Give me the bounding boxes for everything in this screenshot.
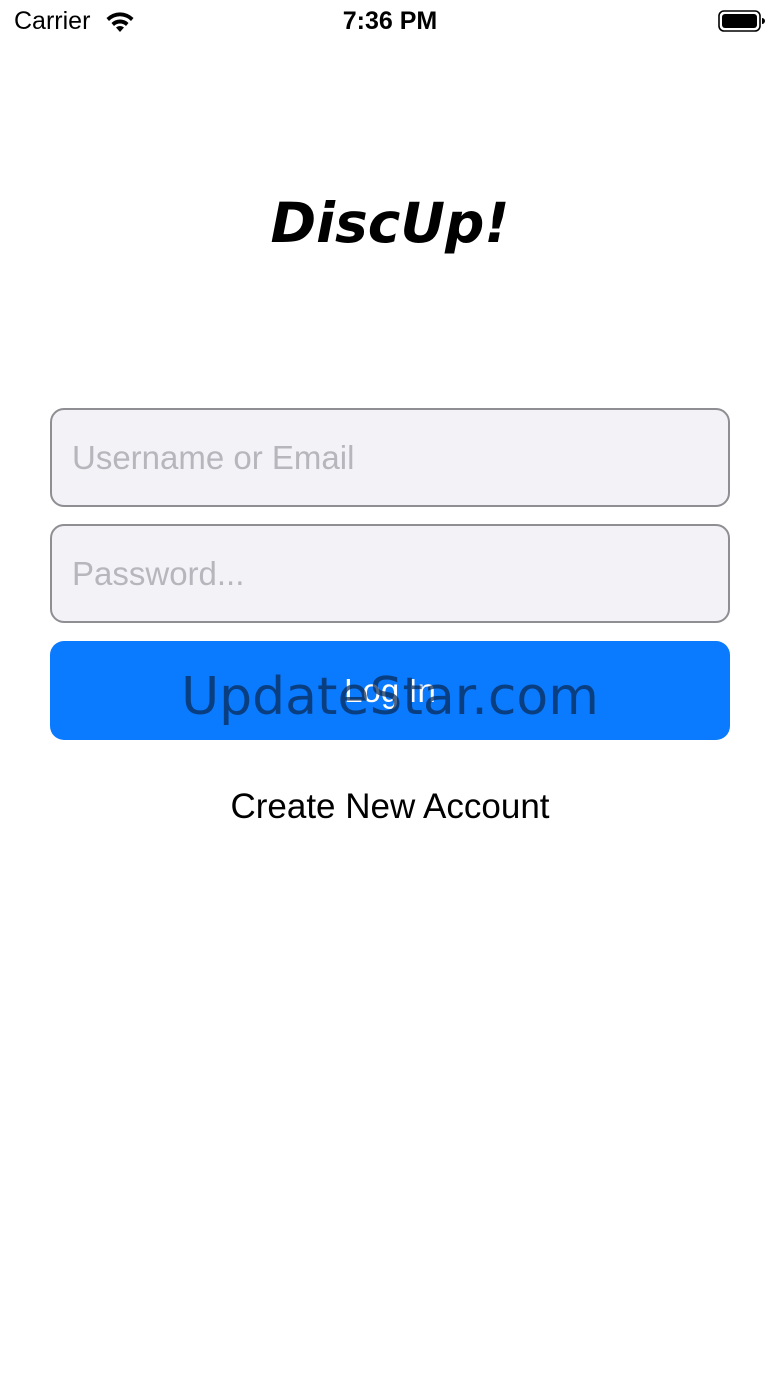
login-button[interactable]: Log In	[50, 641, 730, 740]
status-time: 7:36 PM	[342, 7, 438, 35]
battery-icon	[718, 10, 765, 32]
status-bar: Carrier 7:36 PM	[0, 0, 780, 44]
create-account-link[interactable]: Create New Account	[0, 785, 780, 829]
username-input[interactable]	[50, 408, 730, 507]
password-input[interactable]	[50, 524, 730, 623]
app-title: DiscUp!	[270, 191, 510, 255]
